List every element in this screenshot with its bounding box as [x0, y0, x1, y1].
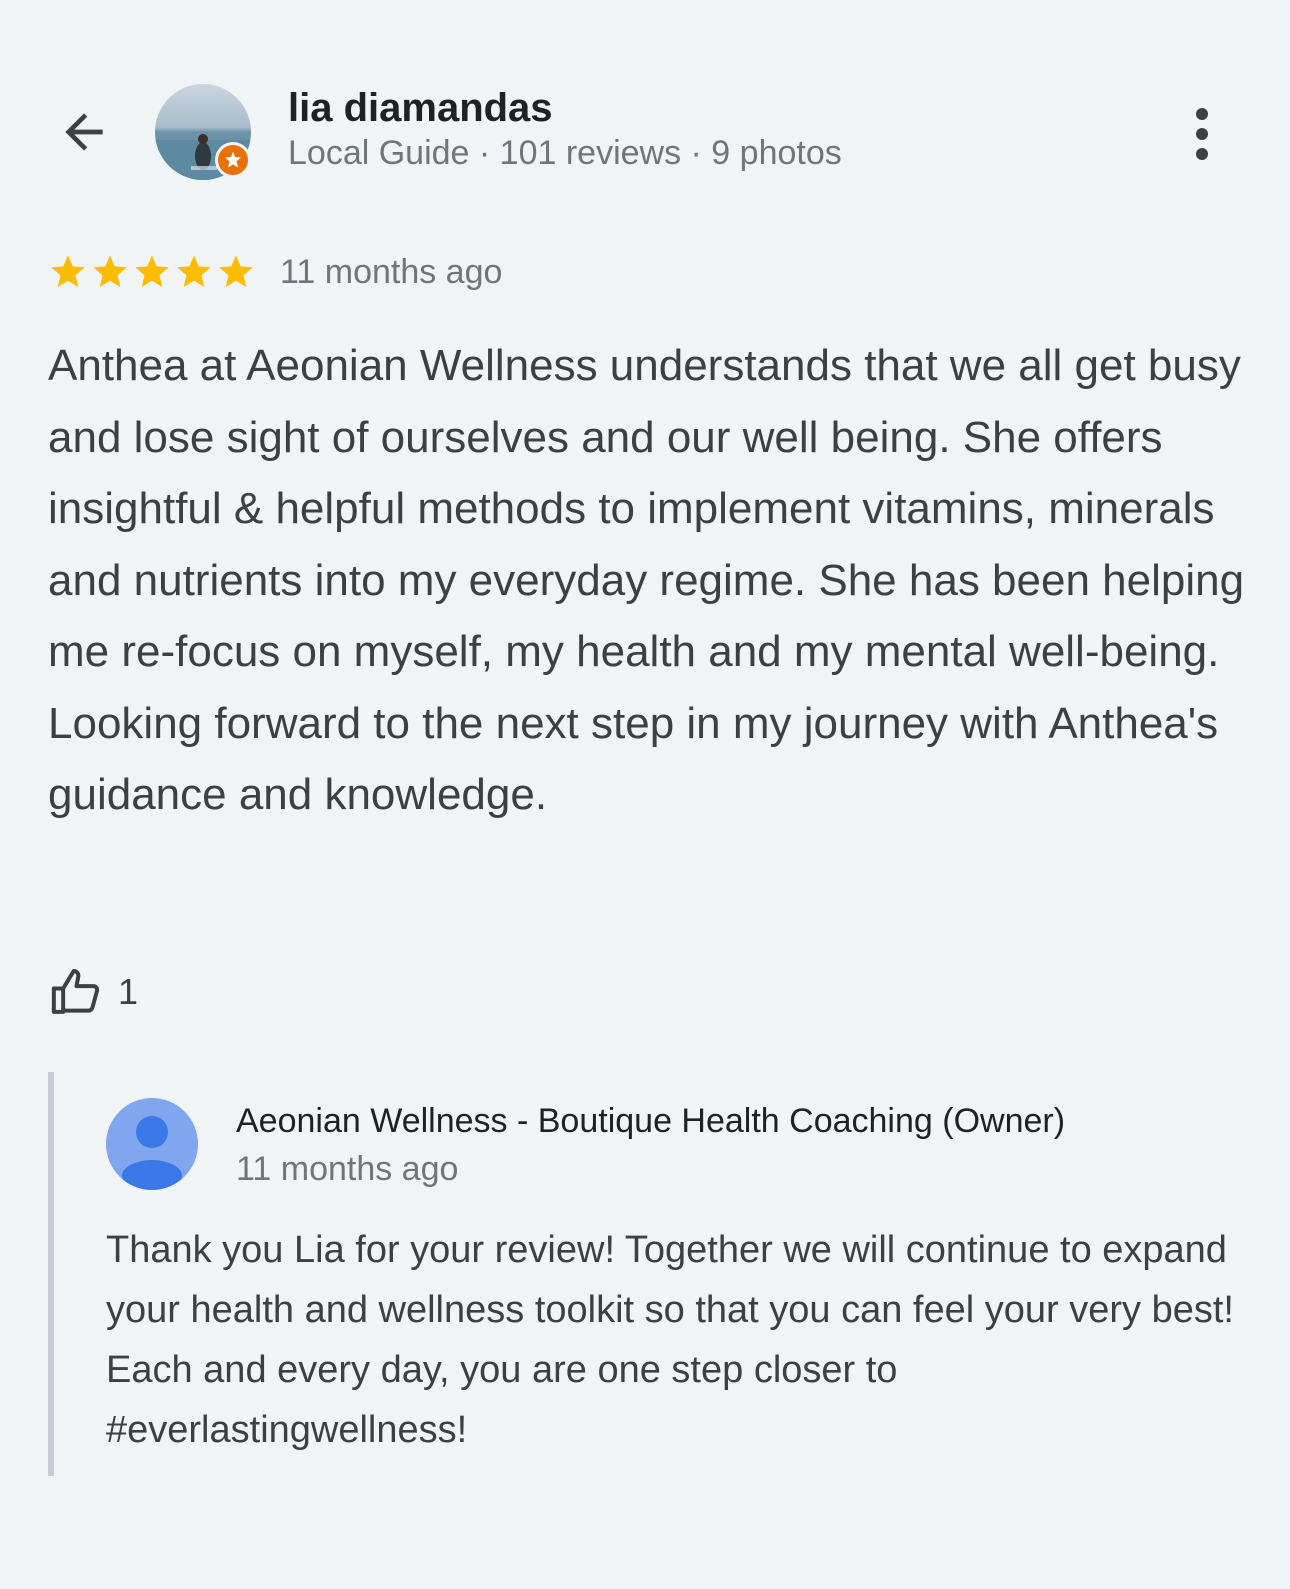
- owner-avatar: [106, 1098, 198, 1190]
- like-button[interactable]: 1: [48, 964, 138, 1020]
- owner-name: Aeonian Wellness - Boutique Health Coach…: [236, 1102, 1066, 1140]
- star-rating: [48, 252, 256, 292]
- review-header: lia diamandas Local Guide · 101 reviews …: [0, 0, 1290, 220]
- star-icon: [93, 255, 127, 287]
- more-vert-icon: [1196, 108, 1208, 160]
- local-guide-badge-icon: [215, 142, 251, 178]
- reviewer-name[interactable]: lia diamandas: [288, 86, 553, 131]
- review-time: 11 months ago: [280, 252, 503, 291]
- thumb-up-icon: [51, 969, 100, 1014]
- star-icon: [219, 255, 253, 287]
- arrow-back-icon: [65, 113, 103, 151]
- default-person-icon: [122, 1116, 182, 1190]
- like-count: 1: [118, 971, 139, 1012]
- owner-reply-text: Thank you Lia for your review! Together …: [106, 1229, 1234, 1451]
- star-icon: [135, 255, 169, 287]
- back-button[interactable]: [48, 96, 120, 168]
- star-icon: [51, 255, 85, 287]
- star-icon: [177, 255, 211, 287]
- reviewer-avatar[interactable]: [155, 84, 251, 180]
- owner-reply: Aeonian Wellness - Boutique Health Coach…: [48, 1072, 1248, 1476]
- owner-reply-time: 11 months ago: [236, 1150, 459, 1188]
- reviewer-meta: Local Guide · 101 reviews · 9 photos: [288, 134, 842, 172]
- more-options-button[interactable]: [1170, 98, 1234, 170]
- review-text: Anthea at Aeonian Wellness understands t…: [48, 341, 1245, 819]
- like-row: 1: [48, 962, 138, 1022]
- rating-row: 11 months ago: [48, 246, 502, 298]
